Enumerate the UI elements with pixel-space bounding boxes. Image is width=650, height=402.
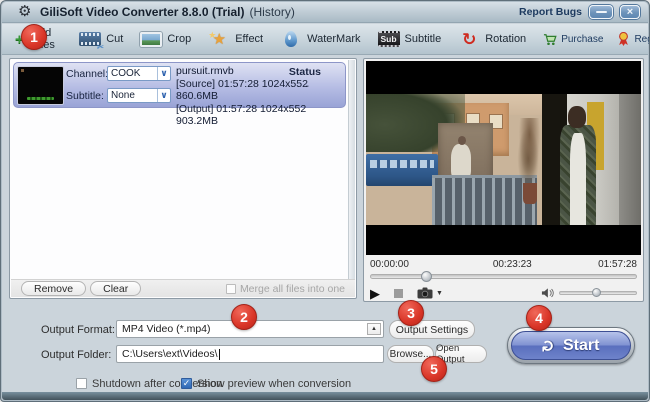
- seek-slider[interactable]: [370, 274, 637, 279]
- camera-icon: [417, 287, 433, 299]
- volume-slider[interactable]: [559, 291, 637, 295]
- list-footer: Remove Clear Merge all files into one: [11, 279, 355, 297]
- volume-slider-thumb[interactable]: [592, 288, 601, 297]
- close-button[interactable]: ×: [620, 5, 640, 19]
- merge-label: Merge all files into one: [240, 283, 345, 295]
- main-toolbar: + Add Files ✂ Cut Crop ★★ Effect WaterMa…: [2, 24, 648, 55]
- time-current: 00:23:23: [493, 259, 532, 270]
- badge-medal-icon: [617, 32, 630, 46]
- channel-select[interactable]: COOK ∨: [107, 66, 171, 81]
- time-start: 00:00:00: [370, 259, 409, 270]
- list-scrollbar[interactable]: [348, 60, 355, 279]
- output-folder-input[interactable]: C:\Users\ext\Videos\: [116, 345, 384, 363]
- title-bar: ⚙ GiliSoft Video Converter 8.8.0 (Trial)…: [2, 2, 648, 23]
- preview-panel: 00:00:00 00:23:23 01:57:28 ▶ ▼: [363, 58, 644, 302]
- window-subtitle: (History): [250, 5, 295, 19]
- stop-button[interactable]: [394, 289, 403, 298]
- window-bottom-frame: [2, 392, 648, 400]
- start-button[interactable]: ↻ Start: [507, 327, 635, 364]
- watermark-button[interactable]: WaterMark: [280, 30, 360, 48]
- chevron-down-icon[interactable]: ∨: [157, 67, 170, 80]
- status-column-header: Status: [289, 66, 321, 78]
- annotation-badge-5: 5: [421, 356, 447, 382]
- register-link[interactable]: Register: [617, 32, 650, 46]
- cart-icon: [543, 33, 557, 46]
- chevron-down-icon[interactable]: ∨: [157, 89, 170, 102]
- output-folder-label: Output Folder:: [41, 349, 111, 361]
- annotation-badge-2: 2: [231, 304, 257, 330]
- file-row[interactable]: Channel: COOK ∨ Subtitle: None ∨ pursuit…: [13, 62, 346, 108]
- app-gear-icon: ⚙: [18, 4, 34, 20]
- subtitle-icon: Sub: [378, 30, 400, 48]
- time-labels: 00:00:00 00:23:23 01:57:28: [370, 259, 637, 270]
- shutdown-checkbox[interactable]: [76, 378, 87, 389]
- snapshot-button[interactable]: ▼: [417, 287, 443, 299]
- output-format-label: Output Format:: [41, 324, 115, 336]
- annotation-badge-4: 4: [526, 305, 552, 331]
- show-preview-checkbox[interactable]: ✓: [181, 378, 192, 389]
- subtitle-label: Subtitle:: [66, 90, 104, 102]
- status-value: -: [306, 80, 310, 92]
- subtitle-select[interactable]: None ∨: [107, 88, 171, 103]
- report-bugs-link[interactable]: Report Bugs: [519, 6, 582, 18]
- circular-arrows-icon: ↻: [541, 339, 557, 352]
- video-frame: [366, 94, 641, 225]
- output-info: [Output] 01:57:28 1024x552 903.2MB: [176, 103, 345, 127]
- purchase-link[interactable]: Purchase: [543, 33, 603, 46]
- rotation-icon: ↻: [458, 30, 480, 48]
- seek-slider-thumb[interactable]: [421, 271, 432, 282]
- watermark-drop-icon: [280, 30, 302, 48]
- crop-button[interactable]: Crop: [140, 30, 191, 48]
- thumbnail-subtitle-strip: [27, 97, 54, 100]
- video-preview: [366, 61, 641, 255]
- rotation-button[interactable]: ↻ Rotation: [458, 30, 526, 48]
- effect-stars-icon: ★★: [208, 30, 230, 48]
- time-end: 01:57:28: [598, 259, 637, 270]
- minimize-icon: [596, 11, 607, 13]
- cut-icon: ✂: [79, 30, 101, 48]
- subtitle-button[interactable]: Sub Subtitle: [378, 30, 442, 48]
- annotation-badge-3: 3: [398, 300, 424, 326]
- video-thumbnail: [17, 66, 64, 105]
- effect-button[interactable]: ★★ Effect: [208, 30, 263, 48]
- merge-checkbox[interactable]: [226, 284, 236, 294]
- file-list-panel: Channel: COOK ∨ Subtitle: None ∨ pursuit…: [9, 58, 357, 299]
- chevron-up-icon[interactable]: ▲: [367, 323, 381, 335]
- clear-button[interactable]: Clear: [90, 281, 141, 296]
- app-window: ⚙ GiliSoft Video Converter 8.8.0 (Trial)…: [0, 0, 650, 402]
- text-caret: [219, 349, 220, 360]
- window-title: GiliSoft Video Converter 8.8.0 (Trial): [40, 5, 245, 19]
- play-button[interactable]: ▶: [370, 287, 380, 300]
- source-info: [Source] 01:57:28 1024x552 860.6MB: [176, 78, 345, 102]
- camera-dropdown-icon[interactable]: ▼: [436, 290, 443, 297]
- annotation-badge-1: 1: [21, 24, 47, 50]
- playback-controls: ▶ ▼: [370, 285, 637, 301]
- crop-icon: [140, 30, 162, 48]
- channel-label: Channel:: [66, 68, 108, 80]
- volume-icon: [541, 287, 554, 299]
- show-preview-label: Show preview when conversion: [197, 378, 351, 390]
- cut-button[interactable]: ✂ Cut: [79, 30, 123, 48]
- remove-button[interactable]: Remove: [21, 281, 86, 296]
- minimize-button[interactable]: [589, 5, 613, 19]
